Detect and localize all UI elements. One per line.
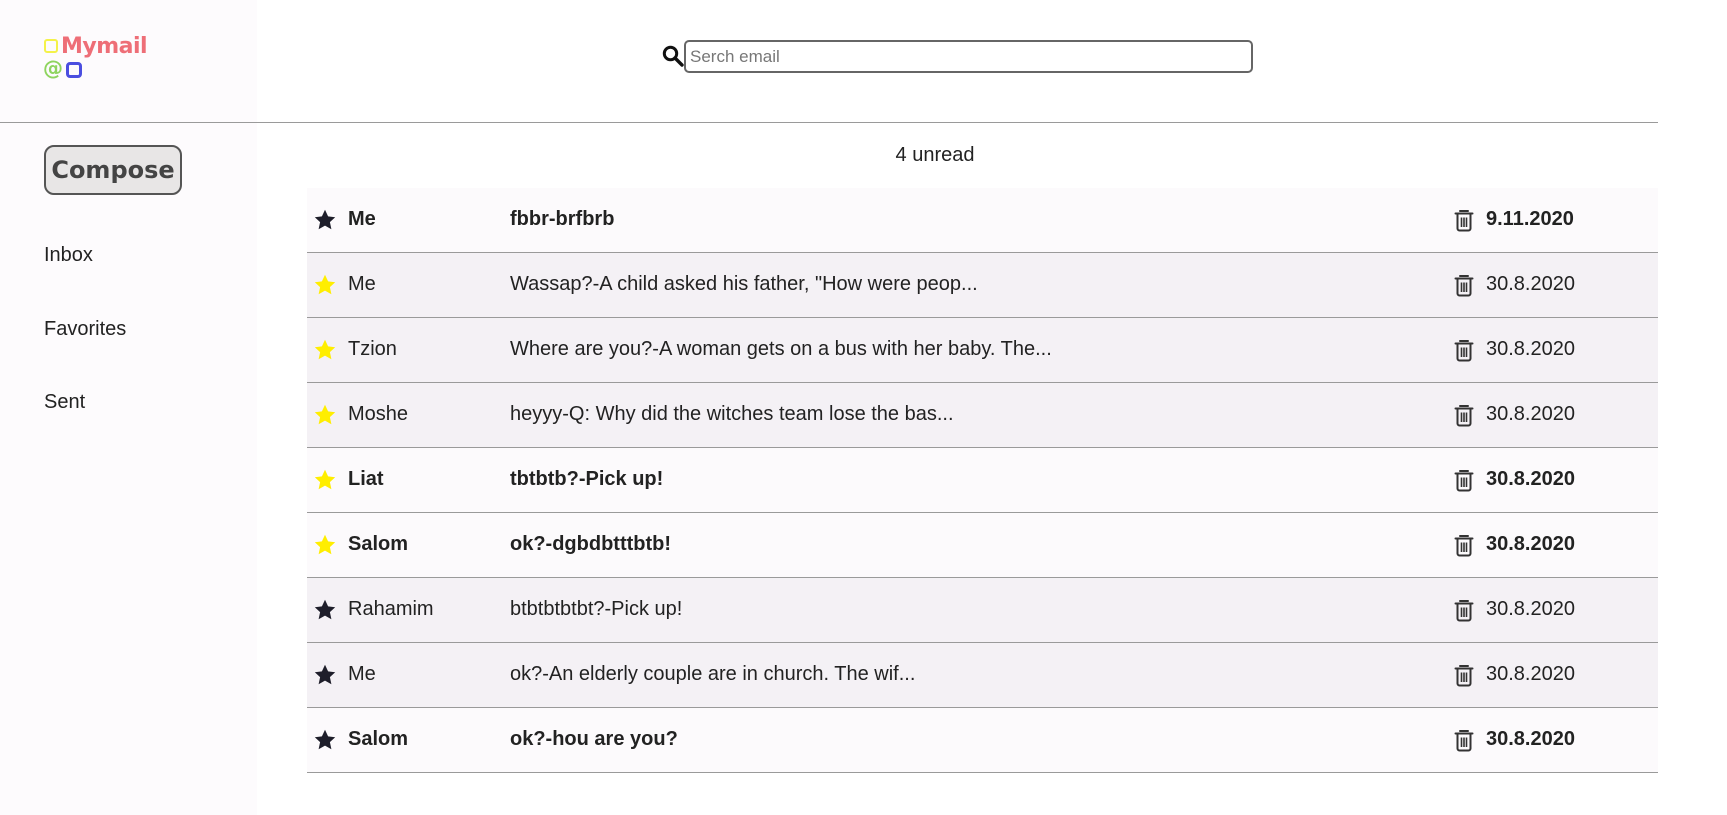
star-icon[interactable] [313, 598, 337, 622]
email-row[interactable]: Moshe heyyy-Q: Why did the witches team l… [307, 383, 1658, 448]
email-sender: Salom [348, 728, 409, 750]
trash-icon[interactable] [1453, 208, 1475, 232]
email-sender: Moshe [348, 403, 409, 425]
search-icon[interactable] [662, 45, 684, 67]
email-date: 30.8.2020 [1486, 533, 1575, 555]
unread-count: 4 unread [895, 144, 975, 166]
email-row[interactable]: Me Wassap?-A child asked his father, "How… [307, 253, 1658, 318]
star-icon[interactable] [313, 663, 337, 687]
email-sender: Salom [348, 533, 409, 555]
email-sender: Liat [348, 468, 384, 490]
trash-icon[interactable] [1453, 533, 1475, 557]
compose-button[interactable]: Compose [44, 145, 182, 195]
email-sender: Me [348, 663, 376, 685]
trash-icon[interactable] [1453, 728, 1475, 752]
trash-icon[interactable] [1453, 403, 1475, 427]
star-icon[interactable] [313, 468, 337, 492]
email-subject: ok?-dgbdbtttbtb! [510, 533, 672, 555]
email-sender: Rahamim [348, 598, 434, 620]
trash-icon[interactable] [1453, 598, 1475, 622]
email-row[interactable]: Liat tbtbtb?-Pick up! 30.8.2020 [307, 448, 1658, 513]
email-subject: heyyy-Q: Why did the witches team lose t… [510, 403, 954, 425]
app-logo[interactable]: Mymail @ [43, 34, 148, 82]
email-date: 30.8.2020 [1486, 403, 1575, 425]
email-date: 9.11.2020 [1486, 208, 1574, 230]
email-date: 30.8.2020 [1486, 273, 1575, 295]
email-subject: tbtbtb?-Pick up! [510, 468, 664, 490]
trash-icon[interactable] [1453, 338, 1475, 362]
email-row[interactable]: Me fbbr-brfbrb 9.11.2020 [307, 188, 1658, 253]
email-row[interactable]: Tzion Where are you?-A woman gets on a bu… [307, 318, 1658, 383]
email-row[interactable]: Salom ok?-dgbdbtttbtb! 30.8.2020 [307, 513, 1658, 578]
star-icon[interactable] [313, 533, 337, 557]
email-subject: fbbr-brfbrb [510, 208, 615, 230]
email-date: 30.8.2020 [1486, 663, 1575, 685]
trash-icon[interactable] [1453, 468, 1475, 492]
nav-item-sent[interactable]: Sent [44, 391, 85, 414]
star-icon[interactable] [313, 208, 337, 232]
nav-item-favorites[interactable]: Favorites [44, 318, 126, 341]
star-icon[interactable] [313, 403, 337, 427]
email-sender: Tzion [348, 338, 397, 360]
email-subject: btbtbtbtbt?-Pick up! [510, 598, 683, 620]
nav-item-inbox[interactable]: Inbox [44, 244, 93, 267]
logo-at-sign: @ [43, 56, 63, 80]
email-row[interactable]: Rahamim btbtbtbtbt?-Pick up! 30.8.2020 [307, 578, 1658, 643]
trash-icon[interactable] [1453, 273, 1475, 297]
email-sender: Me [348, 273, 376, 295]
email-date: 30.8.2020 [1486, 468, 1575, 490]
email-subject: Wassap?-A child asked his father, "How w… [510, 273, 978, 295]
email-row[interactable]: Salom ok?-hou are you? 30.8.2020 [307, 708, 1658, 773]
email-date: 30.8.2020 [1486, 728, 1575, 750]
email-date: 30.8.2020 [1486, 338, 1575, 360]
star-icon[interactable] [313, 728, 337, 752]
email-list: Me fbbr-brfbrb 9.11.2020 Me Wassap?-A child … [307, 188, 1658, 773]
logo-square-yellow [44, 39, 58, 53]
header-divider [0, 122, 1658, 123]
email-date: 30.8.2020 [1486, 598, 1575, 620]
logo-text: Mymail [61, 34, 148, 59]
search-input[interactable] [684, 40, 1253, 73]
star-icon[interactable] [313, 338, 337, 362]
email-row[interactable]: Me ok?-An elderly couple are in church. T… [307, 643, 1658, 708]
trash-icon[interactable] [1453, 663, 1475, 687]
email-subject: ok?-An elderly couple are in church. The… [510, 663, 916, 685]
email-sender: Me [348, 208, 376, 230]
logo-square-blue [66, 62, 82, 78]
email-subject: Where are you?-A woman gets on a bus wit… [510, 338, 1052, 360]
email-subject: ok?-hou are you? [510, 728, 678, 750]
star-icon[interactable] [313, 273, 337, 297]
